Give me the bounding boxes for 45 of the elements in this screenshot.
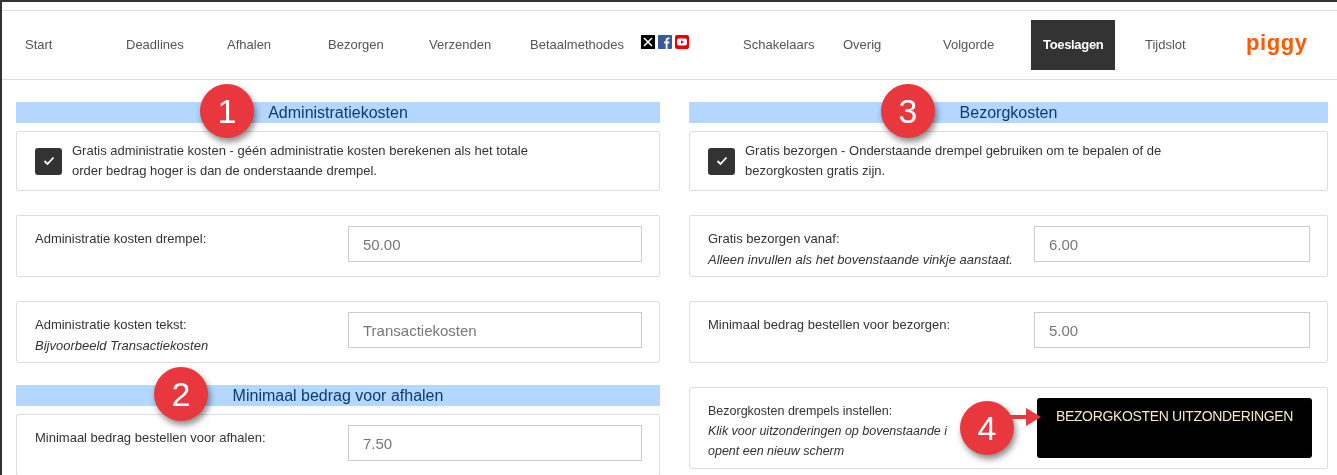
- field-label: Administratie kosten tekst:: [35, 316, 188, 334]
- step-badge: 4: [960, 401, 1014, 455]
- x-icon[interactable]: [641, 35, 655, 49]
- field-label: Bezorgkosten drempels instellen:: [708, 403, 893, 420]
- input-field[interactable]: 50.00: [348, 226, 642, 262]
- nav-tab[interactable]: Volgorde: [943, 20, 995, 70]
- field-hint: Klik voor uitzonderingen op bovenstaande i: [708, 423, 948, 440]
- input-field[interactable]: 5.00: [1034, 312, 1310, 348]
- nav-tab[interactable]: Verzenden: [429, 20, 492, 70]
- section-title: Administratiekosten: [268, 102, 408, 123]
- exceptions-button[interactable]: BEZORGKOSTEN UITZONDERINGEN: [1037, 398, 1312, 458]
- field-label: Administratie kosten drempel:: [35, 230, 208, 248]
- section-title: Bezorgkosten: [959, 102, 1058, 123]
- section-title: Minimaal bedrag voor afhalen: [232, 385, 444, 406]
- step-badge: 2: [154, 367, 208, 421]
- input-field[interactable]: 6.00: [1034, 226, 1310, 262]
- field-label: Minimaal bedrag bestellen voor afhalen:: [35, 429, 267, 447]
- checkbox-label: Gratis administratie kosten - géén administratie kosten berekenen als het totale order bedrag hoger is dan de onderstaande drempel.: [72, 142, 529, 180]
- check-icon: [42, 156, 55, 166]
- field-hint: Bijvoorbeeld Transactiekosten: [35, 337, 210, 355]
- checkbox[interactable]: [35, 147, 62, 175]
- nav-tab[interactable]: Afhalen: [227, 20, 272, 70]
- input-field[interactable]: Transactiekosten: [348, 312, 642, 348]
- field-hint: opent een nieuw scherm: [708, 443, 845, 460]
- arrow-icon: [1006, 407, 1042, 427]
- nav-tab[interactable]: Betaalmethodes: [530, 20, 624, 70]
- field-label: Gratis bezorgen vanaf:: [708, 230, 841, 248]
- nav-tab[interactable]: Overig: [843, 20, 882, 70]
- brand-logo: piggy: [1246, 28, 1308, 57]
- input-field[interactable]: 7.50: [348, 425, 642, 461]
- checkbox[interactable]: [708, 147, 735, 175]
- nav-tab[interactable]: Tijdslot: [1145, 20, 1186, 70]
- checkbox-label: Gratis bezorgen - Onderstaande drempel gebruiken om te bepalen of de bezorgkosten gratis zijn.: [745, 142, 1163, 180]
- check-icon: [715, 156, 728, 166]
- nav-tab[interactable]: Toeslagen: [1031, 20, 1116, 70]
- field-hint: Alleen invullen als het bovenstaande vinkje aanstaat.: [708, 251, 1014, 269]
- nav-tab[interactable]: Deadlines: [126, 20, 184, 70]
- video-play-icon[interactable]: [675, 35, 689, 49]
- nav-tab[interactable]: Bezorgen: [328, 20, 384, 70]
- step-badge: 3: [881, 84, 935, 138]
- nav-tab[interactable]: Schakelaars: [743, 20, 815, 70]
- field-label: Minimaal bedrag bestellen voor bezorgen:: [708, 316, 952, 334]
- nav-tab[interactable]: Start: [25, 20, 53, 70]
- facebook-icon[interactable]: [658, 35, 672, 49]
- step-badge: 1: [200, 84, 254, 138]
